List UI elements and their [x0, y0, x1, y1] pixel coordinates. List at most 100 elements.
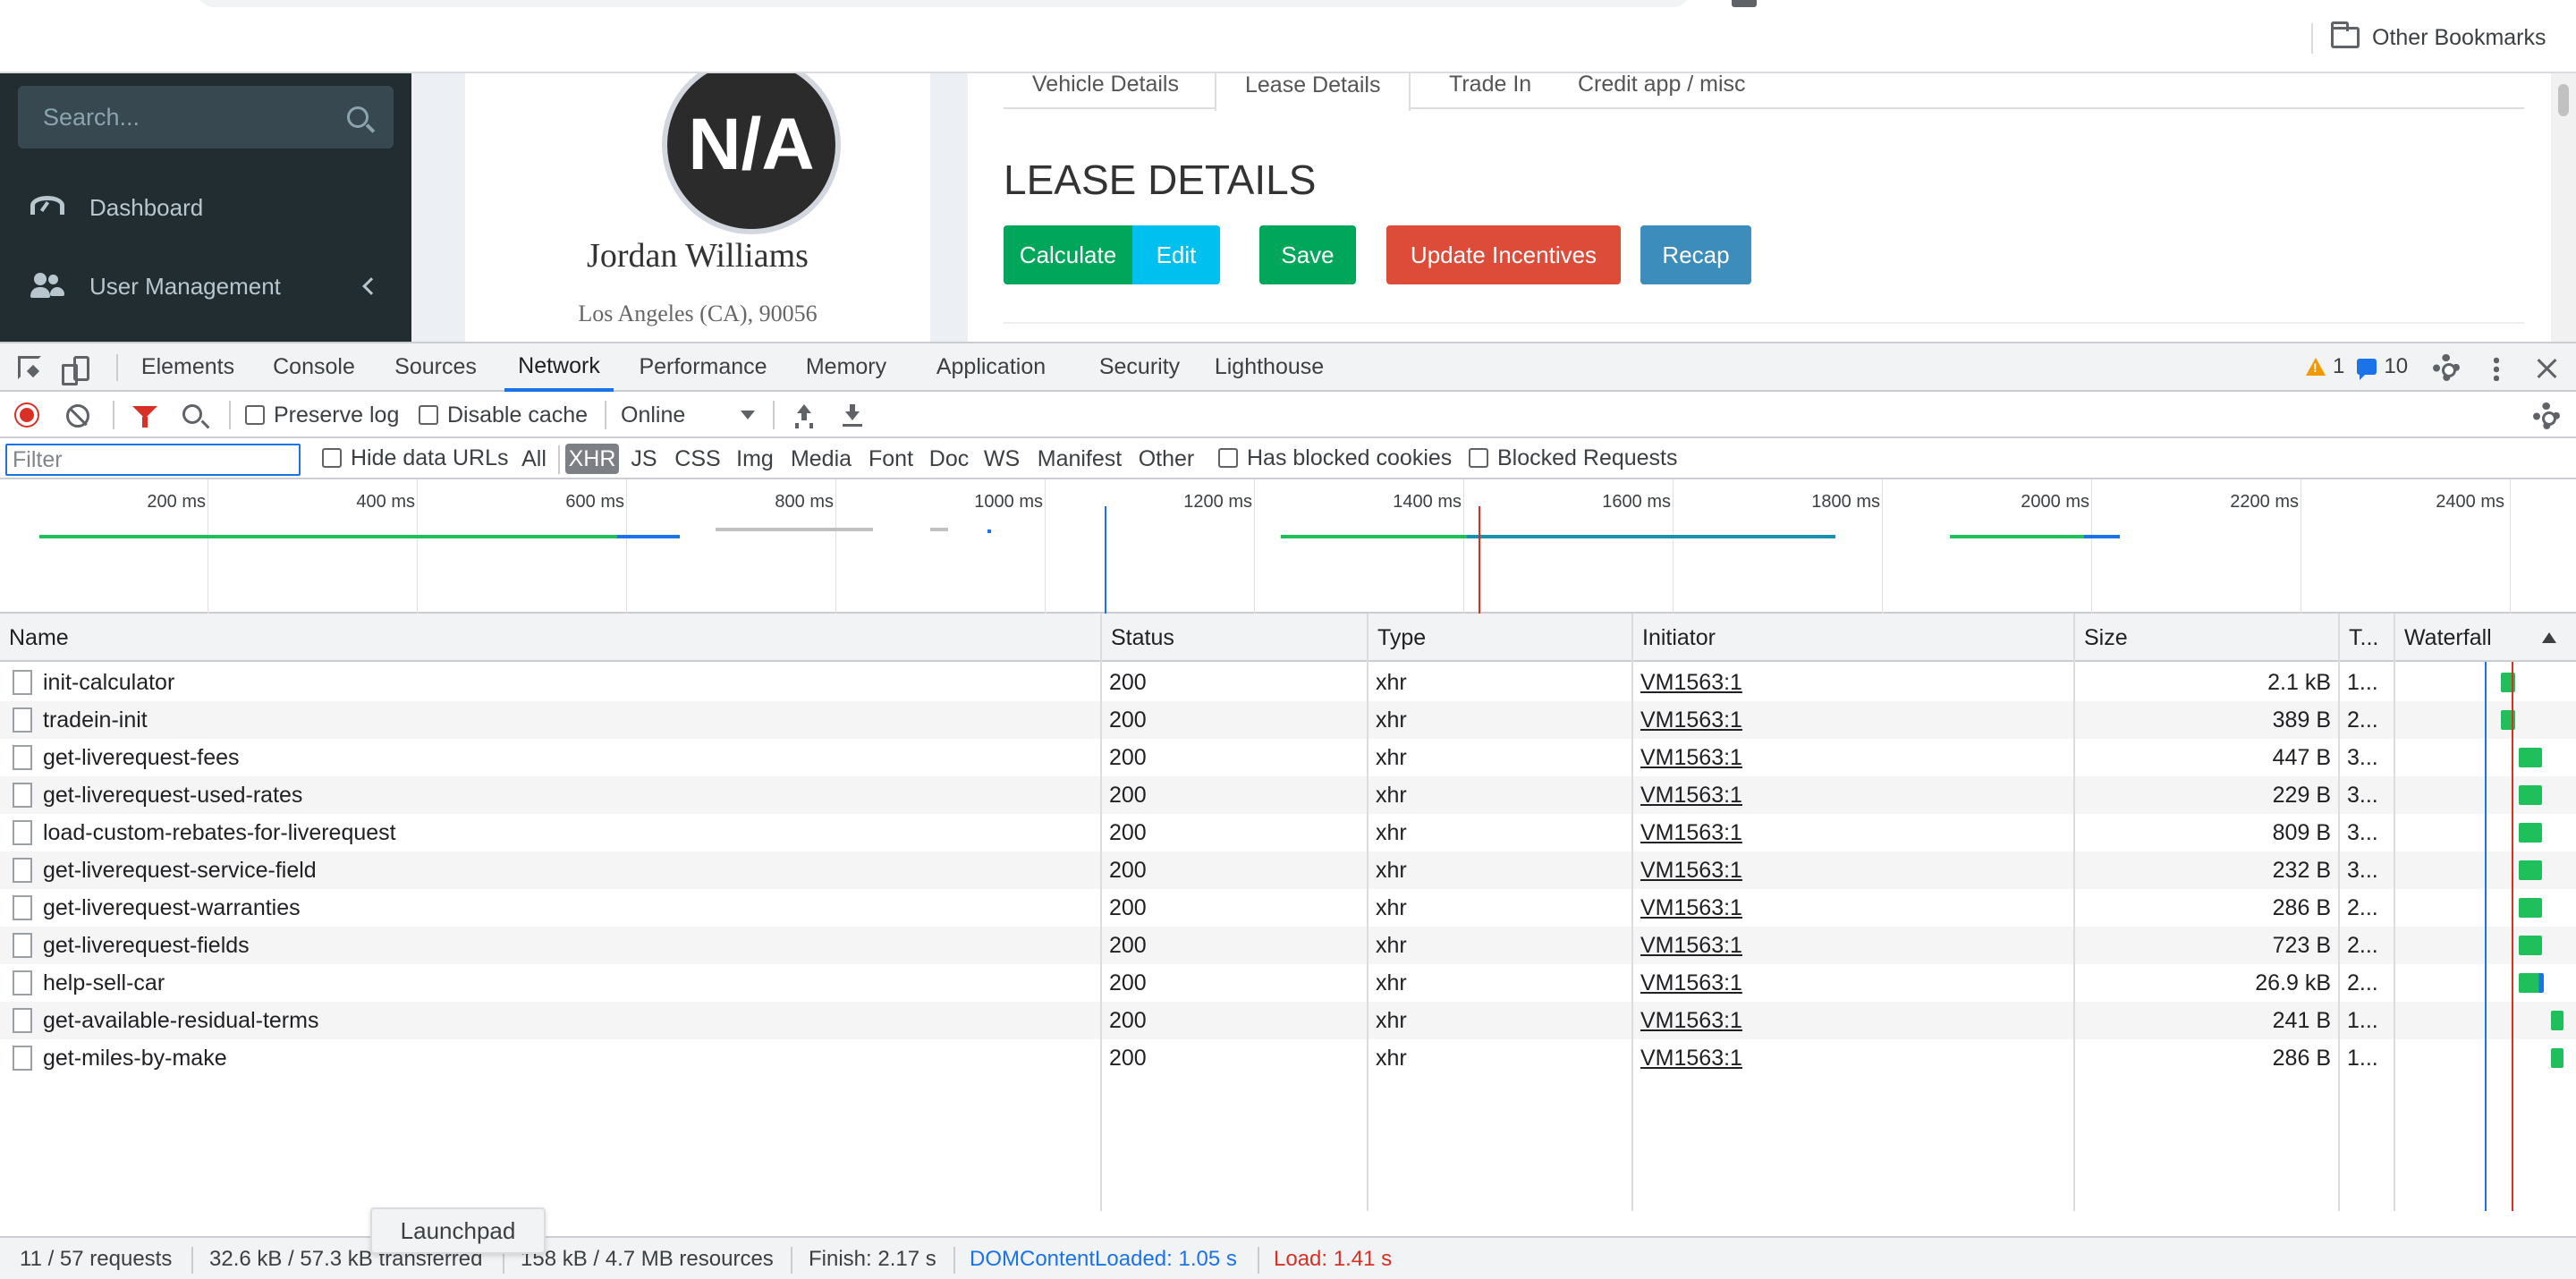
filter-type-xhr[interactable]: XHR [565, 444, 619, 474]
network-settings-icon[interactable] [2533, 402, 2560, 429]
tab-trade-in[interactable]: Trade In [1420, 73, 1560, 109]
filter-type-css[interactable]: CSS [671, 444, 724, 474]
filter-icon[interactable] [132, 406, 157, 428]
calculate-button[interactable]: Calculate [1004, 225, 1132, 284]
disable-cache-checkbox[interactable]: Disable cache [419, 401, 588, 429]
more-options-icon[interactable] [2494, 356, 2499, 381]
throttling-select[interactable]: Online [621, 401, 755, 429]
filter-type-font[interactable]: Font [864, 444, 918, 474]
checkbox[interactable] [245, 405, 265, 425]
column-divider[interactable] [1367, 614, 1368, 1211]
column-name[interactable]: Name [0, 614, 1100, 662]
close-devtools-icon[interactable] [2537, 358, 2558, 379]
column-status[interactable]: Status [1102, 614, 1368, 662]
request-name-cell[interactable]: load-custom-rebates-for-liverequest [0, 814, 1098, 851]
request-name-cell[interactable]: get-liverequest-fields [0, 927, 1098, 964]
preserve-log-checkbox[interactable]: Preserve log [245, 401, 399, 429]
request-name-cell[interactable]: get-liverequest-warranties [0, 889, 1098, 927]
address-bar[interactable] [197, 0, 1690, 7]
devtools-tab-lighthouse[interactable]: Lighthouse [1209, 343, 1329, 390]
filter-type-media[interactable]: Media [785, 444, 857, 474]
initiator-link[interactable]: VM1563:1 [1640, 895, 1742, 921]
column-time[interactable]: T... [2340, 614, 2395, 662]
filter-input[interactable] [5, 444, 301, 476]
search-icon[interactable] [347, 106, 369, 128]
request-initiator[interactable]: VM1563:1 [1640, 889, 2070, 927]
checkbox[interactable] [1218, 448, 1238, 468]
request-name-cell[interactable]: get-miles-by-make [0, 1039, 1098, 1077]
devtools-tab-performance[interactable]: Performance [631, 343, 775, 390]
search-icon[interactable] [182, 404, 202, 424]
request-initiator[interactable]: VM1563:1 [1640, 1002, 2070, 1039]
request-initiator[interactable]: VM1563:1 [1640, 851, 2070, 889]
recap-button[interactable]: Recap [1640, 225, 1751, 284]
table-row[interactable]: tradein-init 200 xhr VM1563:1 389 B 2... [0, 701, 2576, 739]
devtools-tab-application[interactable]: Application [919, 343, 1063, 390]
edit-button[interactable]: Edit [1132, 225, 1220, 284]
export-har-icon[interactable] [843, 404, 862, 427]
column-type[interactable]: Type [1368, 614, 1633, 662]
table-row[interactable]: get-available-residual-terms 200 xhr VM1563… [0, 1002, 2576, 1039]
request-name-cell[interactable]: tradein-init [0, 701, 1098, 739]
sidebar-search-input[interactable] [43, 103, 311, 131]
initiator-link[interactable]: VM1563:1 [1640, 933, 1742, 959]
device-toolbar-icon[interactable] [62, 356, 89, 385]
table-row[interactable]: get-liverequest-fields 200 xhr VM1563:1 723 … [0, 927, 2576, 964]
scrollbar-thumb[interactable] [2558, 84, 2569, 116]
checkbox[interactable] [322, 448, 342, 468]
clear-icon[interactable] [66, 404, 89, 428]
table-row[interactable]: help-sell-car 200 xhr VM1563:1 26.9 kB 2... [0, 964, 2576, 1002]
filter-type-manifest[interactable]: Manifest [1032, 444, 1127, 474]
table-row[interactable]: load-custom-rebates-for-liverequest 200 xh… [0, 814, 2576, 851]
devtools-tab-elements[interactable]: Elements [132, 343, 243, 390]
column-waterfall[interactable]: Waterfall [2395, 614, 2576, 662]
request-initiator[interactable]: VM1563:1 [1640, 814, 2070, 851]
table-row[interactable]: get-liverequest-service-field 200 xhr VM156… [0, 851, 2576, 889]
import-har-icon[interactable] [794, 404, 814, 426]
page-scrollbar[interactable] [2551, 73, 2576, 342]
initiator-link[interactable]: VM1563:1 [1640, 707, 1742, 733]
devtools-tab-network[interactable]: Network [504, 343, 614, 392]
initiator-link[interactable]: VM1563:1 [1640, 1008, 1742, 1034]
request-name-cell[interactable]: get-liverequest-service-field [0, 851, 1098, 889]
table-row[interactable]: init-calculator 200 xhr VM1563:1 2.1 kB 1... [0, 664, 2576, 701]
filter-type-doc[interactable]: Doc [925, 444, 973, 474]
update-incentives-button[interactable]: Update Incentives [1386, 225, 1621, 284]
table-row[interactable]: get-liverequest-fees 200 xhr VM1563:1 447 B 3… [0, 739, 2576, 776]
table-row[interactable]: get-liverequest-used-rates 200 xhr VM1563:1… [0, 776, 2576, 814]
tab-credit-app-misc[interactable]: Credit app / misc [1549, 73, 1775, 109]
request-initiator[interactable]: VM1563:1 [1640, 776, 2070, 814]
timeline-overview[interactable]: 200 ms 400 ms 600 ms 800 ms 1000 ms 1200… [0, 479, 2576, 614]
initiator-link[interactable]: VM1563:1 [1640, 1046, 1742, 1071]
initiator-link[interactable]: VM1563:1 [1640, 858, 1742, 884]
other-bookmarks-button[interactable]: Other Bookmarks [2331, 20, 2546, 55]
request-name-cell[interactable]: init-calculator [0, 664, 1098, 701]
save-button[interactable]: Save [1259, 225, 1356, 284]
request-initiator[interactable]: VM1563:1 [1640, 664, 2070, 701]
column-divider[interactable] [2394, 614, 2395, 1211]
request-name-cell[interactable]: get-liverequest-fees [0, 739, 1098, 776]
filter-type-img[interactable]: Img [732, 444, 778, 474]
devtools-settings-icon[interactable] [2433, 354, 2460, 381]
extension-icon[interactable] [1732, 0, 1757, 7]
hide-data-urls-checkbox[interactable]: Hide data URLs [322, 444, 508, 472]
table-row[interactable]: get-miles-by-make 200 xhr VM1563:1 286 B 1... [0, 1039, 2576, 1077]
initiator-link[interactable]: VM1563:1 [1640, 820, 1742, 846]
column-divider[interactable] [2338, 614, 2340, 1211]
initiator-link[interactable]: VM1563:1 [1640, 670, 1742, 696]
column-divider[interactable] [2073, 614, 2075, 1211]
column-divider[interactable] [1100, 614, 1102, 1211]
column-initiator[interactable]: Initiator [1633, 614, 2075, 662]
filter-type-ws[interactable]: WS [980, 444, 1023, 474]
sidebar-item-user-management[interactable]: User Management [0, 250, 411, 322]
inspect-element-icon[interactable] [18, 356, 41, 379]
request-initiator[interactable]: VM1563:1 [1640, 701, 2070, 739]
tab-lease-details[interactable]: Lease Details [1215, 73, 1411, 111]
request-initiator[interactable]: VM1563:1 [1640, 739, 2070, 776]
initiator-link[interactable]: VM1563:1 [1640, 745, 1742, 771]
tab-vehicle-details[interactable]: Vehicle Details [1004, 73, 1208, 109]
checkbox[interactable] [1469, 448, 1488, 468]
blocked-requests-checkbox[interactable]: Blocked Requests [1469, 444, 1678, 472]
record-icon[interactable] [16, 404, 38, 426]
initiator-link[interactable]: VM1563:1 [1640, 783, 1742, 809]
